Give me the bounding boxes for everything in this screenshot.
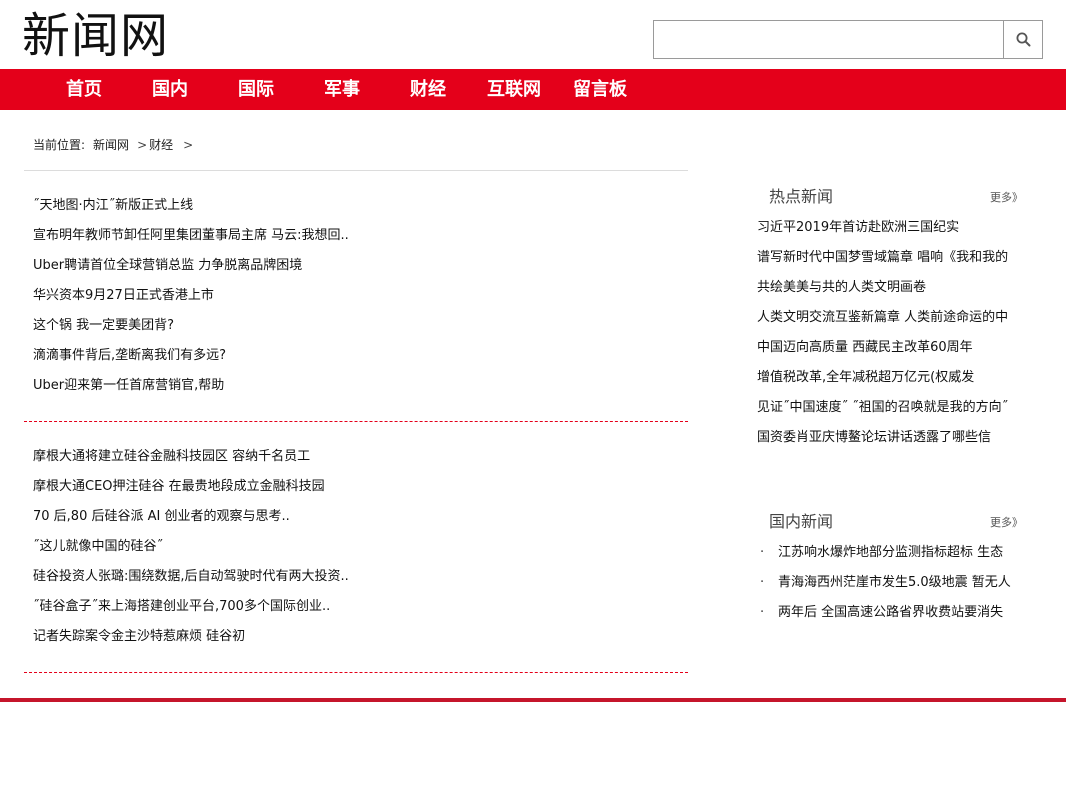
nav-item-military[interactable]: 军事 xyxy=(299,69,385,110)
news-link[interactable]: ˝硅谷盒子˝来上海搭建创业平台,700多个国际创业.. xyxy=(33,592,349,622)
nav-item-finance[interactable]: 财经 xyxy=(385,69,471,110)
breadcrumb-separator: > xyxy=(183,138,194,152)
search-box xyxy=(653,20,1043,59)
news-link[interactable]: 记者失踪案令金主沙特惹麻烦 硅谷初 xyxy=(33,622,349,652)
news-link[interactable]: 这个锅 我一定要美团背? xyxy=(33,311,349,341)
domestic-news-more-link[interactable]: 更多》 xyxy=(990,515,1023,531)
search-icon xyxy=(1016,32,1031,47)
hot-news-title: 热点新闻 xyxy=(769,187,834,206)
news-list: 摩根大通将建立硅谷金融科技园区 容纳千名员工 摩根大通CEO押注硅谷 在最贵地段… xyxy=(33,442,349,652)
hot-news-link[interactable]: 增值税改革,全年减税超万亿元(权威发 xyxy=(757,363,1057,393)
news-link[interactable]: 摩根大通CEO押注硅谷 在最贵地段成立金融科技园 xyxy=(33,472,349,502)
breadcrumb-label: 当前位置: xyxy=(33,138,86,152)
hot-news-link[interactable]: 习近平2019年首访赴欧洲三国纪实 xyxy=(757,213,1057,243)
hot-news-link[interactable]: 中国迈向高质量 西藏民主改革60周年 xyxy=(757,333,1057,363)
domestic-news-item[interactable]: · 两年后 全国高速公路省界收费站要消失 xyxy=(757,598,1057,628)
hot-news-link[interactable]: 共绘美美与共的人类文明画卷 xyxy=(757,273,1057,303)
news-link[interactable]: 华兴资本9月27日正式香港上市 xyxy=(33,281,349,311)
search-input[interactable] xyxy=(654,21,1004,58)
domestic-news-link[interactable]: 两年后 全国高速公路省界收费站要消失 xyxy=(778,605,1003,620)
news-link[interactable]: Uber迎来第一任首席营销官,帮助 xyxy=(33,371,349,401)
main-nav: 首页 国内 国际 军事 财经 互联网 留言板 xyxy=(0,69,1066,110)
news-link[interactable]: ˝这儿就像中国的硅谷˝ xyxy=(33,532,349,562)
breadcrumb-separator: > xyxy=(137,138,148,152)
hot-news-more-link[interactable]: 更多》 xyxy=(990,190,1023,206)
domestic-news-link[interactable]: 江苏响水爆炸地部分监测指标超标 生态 xyxy=(778,545,1003,560)
hot-news-link[interactable]: 见证˝中国速度˝ ˝祖国的召唤就是我的方向˝ xyxy=(757,393,1057,423)
footer-divider xyxy=(0,698,1066,702)
hot-news-link[interactable]: 人类文明交流互鉴新篇章 人类前途命运的中 xyxy=(757,303,1057,333)
domestic-news-item[interactable]: · 江苏响水爆炸地部分监测指标超标 生态 xyxy=(757,538,1057,568)
news-list: ˝天地图·内江˝新版正式上线 宣布明年教师节卸任阿里集团董事局主席 马云:我想回… xyxy=(33,191,349,401)
nav-item-internet[interactable]: 互联网 xyxy=(471,69,557,110)
nav-item-guestbook[interactable]: 留言板 xyxy=(557,69,643,110)
hot-news-link[interactable]: 国资委肖亚庆博鳌论坛讲话透露了哪些信 xyxy=(757,423,1057,453)
domestic-news-item[interactable]: · 青海海西州茫崖市发生5.0级地震 暂无人 xyxy=(757,568,1057,598)
search-button[interactable] xyxy=(1003,21,1042,58)
list-divider xyxy=(24,672,688,673)
bullet-icon: · xyxy=(760,545,765,560)
nav-item-home[interactable]: 首页 xyxy=(41,69,127,110)
breadcrumb-link-finance[interactable]: 财经 xyxy=(149,136,173,154)
site-logo[interactable]: 新闻网 xyxy=(22,6,169,66)
breadcrumb: 当前位置: 新闻网 > 财经 > xyxy=(33,136,195,154)
news-link[interactable]: 70 后,80 后硅谷派 AI 创业者的观察与思考.. xyxy=(33,502,349,532)
bullet-icon: · xyxy=(760,605,765,620)
domestic-news-link[interactable]: 青海海西州茫崖市发生5.0级地震 暂无人 xyxy=(778,575,1011,590)
hot-news-list: 习近平2019年首访赴欧洲三国纪实 谱写新时代中国梦雪域篇章 唱响《我和我的 共… xyxy=(757,213,1057,453)
breadcrumb-divider xyxy=(24,170,688,171)
news-link[interactable]: 摩根大通将建立硅谷金融科技园区 容纳千名员工 xyxy=(33,442,349,472)
news-link[interactable]: 宣布明年教师节卸任阿里集团董事局主席 马云:我想回.. xyxy=(33,221,349,251)
domestic-news-title: 国内新闻 xyxy=(769,512,834,531)
hot-news-link[interactable]: 谱写新时代中国梦雪域篇章 唱响《我和我的 xyxy=(757,243,1057,273)
domestic-news-list: · 江苏响水爆炸地部分监测指标超标 生态 · 青海海西州茫崖市发生5.0级地震 暂无… xyxy=(757,538,1057,628)
nav-item-international[interactable]: 国际 xyxy=(213,69,299,110)
list-divider xyxy=(24,421,688,422)
bullet-icon: · xyxy=(760,575,765,590)
news-link[interactable]: 滴滴事件背后,垄断离我们有多远? xyxy=(33,341,349,371)
news-link[interactable]: 硅谷投资人张璐:围绕数据,后自动驾驶时代有两大投资.. xyxy=(33,562,349,592)
news-link[interactable]: Uber聘请首位全球营销总监 力争脱离品牌困境 xyxy=(33,251,349,281)
breadcrumb-link-home[interactable]: 新闻网 xyxy=(93,136,129,154)
header: 新闻网 xyxy=(0,0,1066,69)
nav-item-domestic[interactable]: 国内 xyxy=(127,69,213,110)
news-link[interactable]: ˝天地图·内江˝新版正式上线 xyxy=(33,191,349,221)
